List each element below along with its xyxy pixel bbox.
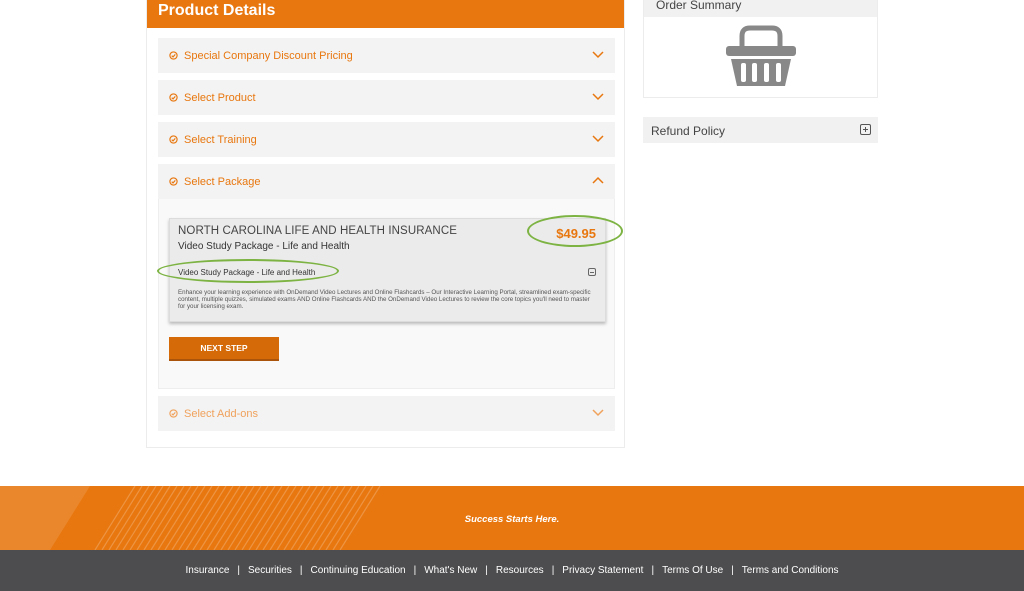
package-price: $49.95 xyxy=(556,226,596,241)
package-card[interactable]: NORTH CAROLINA LIFE AND HEALTH INSURANCE… xyxy=(169,218,606,322)
accordion-select-package[interactable]: Select Package xyxy=(158,164,615,199)
accordion-select-product[interactable]: Select Product xyxy=(158,80,615,115)
package-content: NORTH CAROLINA LIFE AND HEALTH INSURANCE… xyxy=(158,199,615,389)
package-option-label: Video Study Package - Life and Health xyxy=(178,268,316,277)
footer-link-resources[interactable]: Resources xyxy=(496,565,544,576)
accordion-label: Select Training xyxy=(184,133,257,146)
footer-link-whats-new[interactable]: What's New xyxy=(424,565,477,576)
footer-link-securities[interactable]: Securities xyxy=(248,565,292,576)
footer-banner: Success Starts Here. xyxy=(0,486,1024,550)
accordion-discount-pricing[interactable]: Special Company Discount Pricing xyxy=(158,38,615,73)
checkout-page: Product Details Special Company Discount… xyxy=(0,0,1024,591)
footer-nav: Insurance | Securities | Continuing Educat… xyxy=(0,550,1024,591)
chevron-up-icon xyxy=(592,176,604,184)
footer-link-terms-and-conditions[interactable]: Terms and Conditions xyxy=(742,565,839,576)
refund-policy-toggle[interactable]: Refund Policy xyxy=(643,117,878,143)
footer-link-privacy-statement[interactable]: Privacy Statement xyxy=(562,565,643,576)
collapse-icon[interactable] xyxy=(588,268,596,276)
plus-square-icon[interactable] xyxy=(860,124,871,135)
package-description: Enhance your learning experience with On… xyxy=(178,289,591,310)
check-circle-icon xyxy=(169,177,178,186)
chevron-down-icon xyxy=(592,409,604,417)
chevron-down-icon xyxy=(592,51,604,59)
footer-tagline: Success Starts Here. xyxy=(464,514,560,525)
order-summary-title: Order Summary xyxy=(644,0,877,17)
package-subtitle: Video Study Package - Life and Health xyxy=(178,241,350,252)
accordion-select-addons[interactable]: Select Add-ons xyxy=(158,396,615,431)
order-summary-box: Order Summary xyxy=(643,0,878,98)
footer-link-terms-of-use[interactable]: Terms Of Use xyxy=(662,565,723,576)
check-circle-icon xyxy=(169,135,178,144)
accordion-label: Special Company Discount Pricing xyxy=(184,49,353,62)
chevron-down-icon xyxy=(592,135,604,143)
product-details-panel: Product Details Special Company Discount… xyxy=(146,0,625,448)
check-circle-icon xyxy=(169,93,178,102)
refund-policy-label: Refund Policy xyxy=(651,124,726,138)
accordion-label: Select Package xyxy=(184,175,261,188)
footer-link-continuing-education[interactable]: Continuing Education xyxy=(311,565,406,576)
check-circle-icon xyxy=(169,51,178,60)
accordion-label: Select Add-ons xyxy=(184,407,258,420)
shopping-basket-icon xyxy=(726,25,796,86)
accordion-select-training[interactable]: Select Training xyxy=(158,122,615,157)
panel-title: Product Details xyxy=(147,0,624,28)
chevron-down-icon xyxy=(592,93,604,101)
accordion-label: Select Product xyxy=(184,91,256,104)
check-circle-icon xyxy=(169,409,178,418)
next-step-button[interactable]: NEXT STEP xyxy=(169,337,279,361)
footer-link-insurance[interactable]: Insurance xyxy=(185,565,229,576)
package-title: NORTH CAROLINA LIFE AND HEALTH INSURANCE xyxy=(178,225,457,237)
